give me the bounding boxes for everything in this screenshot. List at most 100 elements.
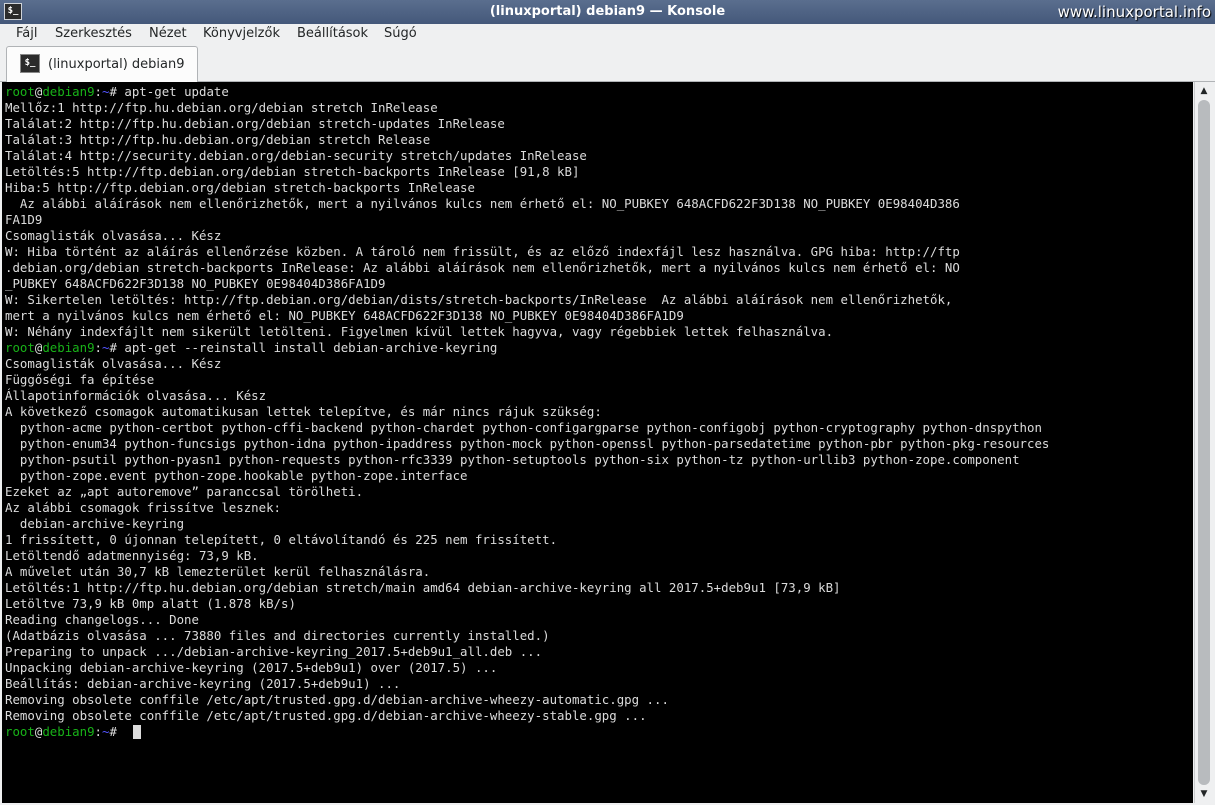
output-line: Állapotinformációk olvasása... Kész bbox=[5, 388, 266, 404]
line-text: mert a nyilvános kulcs nem érhető el: NO… bbox=[5, 308, 684, 323]
title-bar[interactable]: $_ (linuxportal) debian9 — Konsole www.l… bbox=[0, 0, 1215, 24]
output-line: Beállítás: debian-archive-keyring (2017.… bbox=[5, 676, 400, 692]
output-line: Találat:3 http://ftp.hu.debian.org/debia… bbox=[5, 132, 430, 148]
prompt-line: root@debian9:~# bbox=[5, 724, 124, 740]
text-cursor bbox=[133, 725, 141, 739]
prompt-user: root bbox=[5, 340, 35, 355]
menu-settings[interactable]: Beállítások bbox=[297, 24, 368, 44]
line-text: Letöltve 73,9 kB 0mp alatt (1.878 kB/s) bbox=[5, 596, 296, 611]
output-line: Találat:4 http://security.debian.org/deb… bbox=[5, 148, 587, 164]
line-text: FA1D9 bbox=[5, 212, 43, 227]
tab-label: (linuxportal) debian9 bbox=[48, 57, 185, 72]
tab-session[interactable]: $_ (linuxportal) debian9 bbox=[6, 46, 198, 82]
output-line: Removing obsolete conffile /etc/apt/trus… bbox=[5, 708, 647, 724]
line-text: Letöltés:5 http://ftp.debian.org/debian … bbox=[5, 164, 580, 179]
terminal-icon: $_ bbox=[20, 54, 40, 73]
line-text: Removing obsolete conffile /etc/apt/trus… bbox=[5, 708, 647, 723]
output-line: Mellőz:1 http://ftp.hu.debian.org/debian… bbox=[5, 100, 438, 116]
output-line: W: Hiba történt az aláírás ellenőrzése k… bbox=[5, 244, 960, 260]
scrollbar-thumb[interactable] bbox=[1198, 100, 1210, 785]
prompt-host: debian9 bbox=[42, 724, 95, 739]
prompt-symbol: # bbox=[109, 84, 125, 99]
menu-file[interactable]: Fájl bbox=[16, 24, 37, 44]
output-line: (Adatbázis olvasása ... 73880 files and … bbox=[5, 628, 550, 644]
output-line: Unpacking debian-archive-keyring (2017.5… bbox=[5, 660, 497, 676]
line-text: A következő csomagok automatikusan lette… bbox=[5, 404, 602, 419]
output-line: FA1D9 bbox=[5, 212, 42, 228]
line-text: Hiba:5 http://ftp.debian.org/debian stre… bbox=[5, 180, 475, 195]
scroll-up-arrow-icon[interactable]: ▲ bbox=[1195, 83, 1213, 99]
output-line: Találat:2 http://ftp.hu.debian.org/debia… bbox=[5, 116, 505, 132]
line-text: Találat:3 http://ftp.hu.debian.org/debia… bbox=[5, 132, 431, 147]
output-line: W: Sikertelen letöltés: http://ftp.debia… bbox=[5, 292, 952, 308]
vertical-scrollbar[interactable]: ▲ ▼ bbox=[1194, 82, 1213, 803]
prompt-host: debian9 bbox=[42, 340, 95, 355]
menu-help[interactable]: Súgó bbox=[384, 24, 417, 44]
output-line: A művelet után 30,7 kB lemezterület kerü… bbox=[5, 564, 430, 580]
output-line: Letöltés:5 http://ftp.debian.org/debian … bbox=[5, 164, 579, 180]
output-line: Ezeket az „apt autoremove” paranccsal tö… bbox=[5, 484, 363, 500]
output-line: Preparing to unpack .../debian-archive-k… bbox=[5, 644, 542, 660]
menu-bar: Fájl Szerkesztés Nézet Könyvjelzők Beáll… bbox=[0, 24, 1215, 44]
line-text: Preparing to unpack .../debian-archive-k… bbox=[5, 644, 543, 659]
line-text: Találat:2 http://ftp.hu.debian.org/debia… bbox=[5, 116, 505, 131]
output-line: Az alábbi aláírások nem ellenőrizhetők, … bbox=[5, 196, 960, 212]
line-text: Az alábbi aláírások nem ellenőrizhetők, … bbox=[5, 196, 960, 211]
output-line: Csomaglisták olvasása... Kész bbox=[5, 356, 221, 372]
output-line: A következő csomagok automatikusan lette… bbox=[5, 404, 602, 420]
line-text: Az alábbi csomagok frissítve lesznek: bbox=[5, 500, 282, 515]
line-text: Mellőz:1 http://ftp.hu.debian.org/debian… bbox=[5, 100, 438, 115]
output-line: 1 frissített, 0 újonnan telepített, 0 el… bbox=[5, 532, 557, 548]
line-text: Csomaglisták olvasása... Kész bbox=[5, 356, 222, 371]
line-text: Beállítás: debian-archive-keyring (2017.… bbox=[5, 676, 401, 691]
line-text: python-enum34 python-funcsigs python-idn… bbox=[5, 436, 1050, 451]
prompt-colon: : bbox=[94, 724, 102, 739]
line-text: python-acme python-certbot python-cffi-b… bbox=[5, 420, 1042, 435]
line-text: apt-get update bbox=[124, 84, 229, 99]
menu-view[interactable]: Nézet bbox=[149, 24, 187, 44]
scroll-down-arrow-icon[interactable]: ▼ bbox=[1195, 786, 1213, 802]
output-line: Removing obsolete conffile /etc/apt/trus… bbox=[5, 692, 669, 708]
line-text: Letöltendő adatmennyiség: 73,9 kB. bbox=[5, 548, 259, 563]
line-text: W: Néhány indexfájlt nem sikerült letölt… bbox=[5, 324, 834, 339]
prompt-line: root@debian9:~# apt-get --reinstall inst… bbox=[5, 340, 497, 356]
output-line: mert a nyilvános kulcs nem érhető el: NO… bbox=[5, 308, 684, 324]
prompt-colon: : bbox=[94, 84, 102, 99]
line-text: Ezeket az „apt autoremove” paranccsal tö… bbox=[5, 484, 364, 499]
output-line: Hiba:5 http://ftp.debian.org/debian stre… bbox=[5, 180, 475, 196]
output-line: Az alábbi csomagok frissítve lesznek: bbox=[5, 500, 281, 516]
watermark: www.linuxportal.info bbox=[1057, 3, 1211, 21]
output-line: Letöltve 73,9 kB 0mp alatt (1.878 kB/s) bbox=[5, 596, 296, 612]
line-text: Állapotinformációk olvasása... Kész bbox=[5, 388, 267, 403]
line-text: Unpacking debian-archive-keyring (2017.5… bbox=[5, 660, 498, 675]
output-line: _PUBKEY 648ACFD622F3D138 NO_PUBKEY 0E984… bbox=[5, 276, 385, 292]
line-text: .debian.org/debian stretch-backports InR… bbox=[5, 260, 960, 275]
menu-edit[interactable]: Szerkesztés bbox=[55, 24, 132, 44]
line-text: Letöltés:1 http://ftp.hu.debian.org/debi… bbox=[5, 580, 841, 595]
line-text: Függőségi fa építése bbox=[5, 372, 155, 387]
line-text: python-zope.event python-zope.hookable p… bbox=[5, 468, 468, 483]
line-text: A művelet után 30,7 kB lemezterület kerü… bbox=[5, 564, 431, 579]
line-text: Találat:4 http://security.debian.org/deb… bbox=[5, 148, 587, 163]
line-text: _PUBKEY 648ACFD622F3D138 NO_PUBKEY 0E984… bbox=[5, 276, 386, 291]
output-line: Letöltendő adatmennyiség: 73,9 kB. bbox=[5, 548, 259, 564]
line-text: Reading changelogs... Done bbox=[5, 612, 199, 627]
terminal-output[interactable]: root@debian9:~# apt-get update Mellőz:1 h… bbox=[2, 82, 1193, 803]
prompt-line: root@debian9:~# apt-get update bbox=[5, 84, 229, 100]
output-line: python-acme python-certbot python-cffi-b… bbox=[5, 420, 1042, 436]
line-text: apt-get --reinstall install debian-archi… bbox=[124, 340, 498, 355]
prompt-colon: : bbox=[94, 340, 102, 355]
output-line: .debian.org/debian stretch-backports InR… bbox=[5, 260, 960, 276]
line-text: Csomaglisták olvasása... Kész bbox=[5, 228, 222, 243]
menu-bookmarks[interactable]: Könyvjelzők bbox=[203, 24, 280, 44]
line-text: W: Sikertelen letöltés: http://ftp.debia… bbox=[5, 292, 953, 307]
output-line: python-zope.event python-zope.hookable p… bbox=[5, 468, 468, 484]
tab-bar: $_ (linuxportal) debian9 bbox=[0, 44, 1215, 82]
prompt-host: debian9 bbox=[42, 84, 95, 99]
prompt-symbol: # bbox=[109, 724, 125, 739]
line-text: Removing obsolete conffile /etc/apt/trus… bbox=[5, 692, 669, 707]
line-text: python-psutil python-pyasn1 python-reque… bbox=[5, 452, 1020, 467]
line-text: 1 frissített, 0 újonnan telepített, 0 el… bbox=[5, 532, 558, 547]
output-line: W: Néhány indexfájlt nem sikerült letölt… bbox=[5, 324, 833, 340]
line-text: debian-archive-keyring bbox=[5, 516, 185, 531]
